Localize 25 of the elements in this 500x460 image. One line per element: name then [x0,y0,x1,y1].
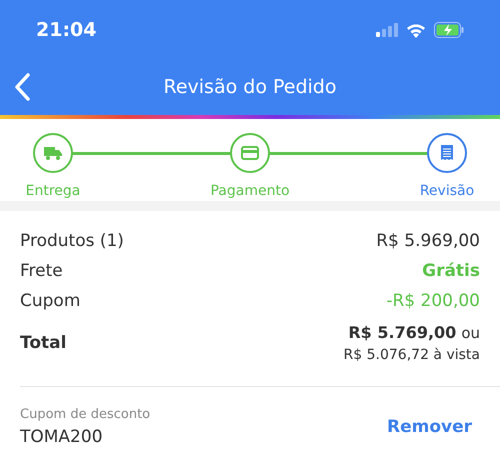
summary-value: Grátis [422,260,480,284]
wifi-icon [406,22,426,38]
summary-value: -R$ 200,00 [386,290,480,314]
remove-coupon-button[interactable]: Remover [386,414,480,440]
truck-icon [43,145,63,161]
signal-icon [376,23,398,37]
total-connector: ou [461,323,480,344]
page-title: Revisão do Pedido [164,75,336,100]
step-label: Revisão [420,182,474,201]
coupon-label: Cupom de desconto [20,406,150,424]
step-label: Entrega [26,182,80,201]
back-button[interactable] [12,72,32,102]
battery-icon [434,22,464,38]
summary-label: Frete [20,260,63,284]
total-value: R$ 5.769,00 [348,322,456,344]
total-label: Total [20,332,66,355]
summary-label: Produtos (1) [20,230,124,254]
step-label: Pagamento [210,182,290,201]
coupon-code: TOMA200 [20,426,104,448]
status-time: 21:04 [36,18,96,43]
receipt-icon [440,145,454,161]
summary-label: Cupom [20,290,80,314]
cash-price: R$ 5.076,72 à vista [344,346,480,365]
credit-card-icon [241,146,259,160]
summary-value: R$ 5.969,00 [376,230,480,254]
